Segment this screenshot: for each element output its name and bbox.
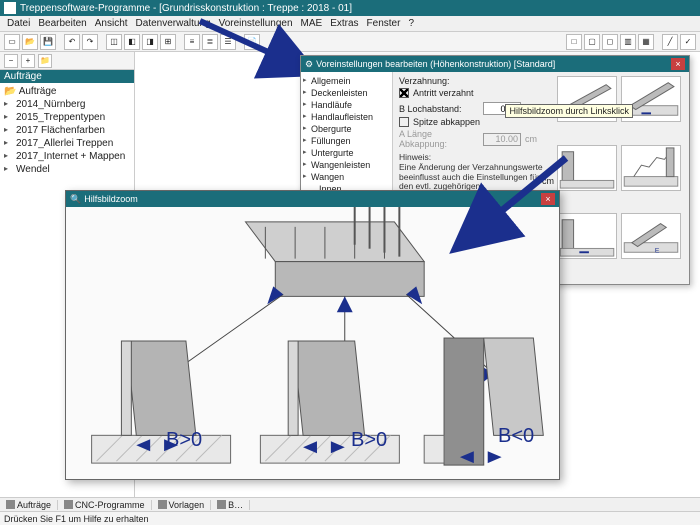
settings-tree-item[interactable]: Handläufe bbox=[303, 99, 390, 111]
close-icon[interactable]: × bbox=[671, 58, 685, 70]
label-antritt: Antritt verzahnt bbox=[413, 88, 474, 98]
tab-auftraege[interactable]: Aufträge bbox=[0, 500, 58, 510]
tree-item[interactable]: 2015_Treppentypen bbox=[2, 111, 132, 124]
unit-a: cm bbox=[525, 134, 537, 144]
close-icon[interactable]: × bbox=[541, 193, 555, 205]
tree-item[interactable]: 2017 Flächenfarben bbox=[2, 124, 132, 137]
tooltip: Hilfsbildzoom durch Linksklick bbox=[505, 104, 633, 118]
tool-open-icon[interactable]: 📂 bbox=[22, 34, 38, 50]
tool-redo-icon[interactable]: ↷ bbox=[82, 34, 98, 50]
svg-text:E: E bbox=[655, 248, 660, 255]
app-icon: ◩ bbox=[4, 2, 16, 14]
zoom-dialog-title: Hilfsbildzoom bbox=[84, 194, 138, 204]
tool-line-icon[interactable]: ╱ bbox=[662, 34, 678, 50]
settings-tree-item[interactable]: Allgemein bbox=[303, 75, 390, 87]
settings-tree-item[interactable]: Obergurte bbox=[303, 123, 390, 135]
zoom-label-b3: B<0 bbox=[498, 425, 534, 448]
settings-icon: ⚙ bbox=[305, 59, 313, 70]
zoom-canvas: B>0 B>0 B<0 bbox=[66, 207, 559, 479]
menu-extras[interactable]: Extras bbox=[327, 18, 361, 29]
zoom-dialog-title-bar[interactable]: 🔍Hilfsbildzoom × bbox=[66, 191, 559, 207]
settings-tree-item[interactable]: Handlaufleisten bbox=[303, 111, 390, 123]
settings-tree-item[interactable]: Deckenleisten bbox=[303, 87, 390, 99]
hint-text: Eine Änderung der Verzahnungswerte beein… bbox=[399, 162, 543, 192]
help-thumbnail[interactable] bbox=[557, 145, 617, 191]
tool-undo-icon[interactable]: ↶ bbox=[64, 34, 80, 50]
toolbar: ▭ 📂 💾 ↶ ↷ ◫ ◧ ◨ ⊞ ≡ ≣ ☰ 📄 □ ▢ ◻ ▥ ▦ ╱ ✓ bbox=[0, 32, 700, 52]
settings-tree-item[interactable]: Füllungen bbox=[303, 135, 390, 147]
tab-icon bbox=[64, 500, 73, 509]
label-b: B Lochabstand: bbox=[399, 104, 479, 114]
tree-item[interactable]: Wendel bbox=[2, 163, 132, 176]
tab-cnc[interactable]: CNC-Programme bbox=[58, 500, 152, 510]
tool-view3-icon[interactable]: ◨ bbox=[142, 34, 158, 50]
tool-r3-icon[interactable]: ◻ bbox=[602, 34, 618, 50]
tool-csv-icon[interactable]: 📄 bbox=[244, 34, 260, 50]
tab-icon bbox=[158, 500, 167, 509]
tool-r5-icon[interactable]: ▦ bbox=[638, 34, 654, 50]
help-thumbnail[interactable] bbox=[557, 213, 617, 259]
tab-icon bbox=[6, 500, 15, 509]
tool-set2-icon[interactable]: ≣ bbox=[202, 34, 218, 50]
tool-check-icon[interactable]: ✓ bbox=[680, 34, 696, 50]
tree-item[interactable]: 2017_Internet + Mappen bbox=[2, 150, 132, 163]
tool-grid-icon[interactable]: ⊞ bbox=[160, 34, 176, 50]
tree-root[interactable]: 📂 Aufträge bbox=[2, 85, 132, 98]
help-thumbnail[interactable] bbox=[621, 145, 681, 191]
tool-view2-icon[interactable]: ◧ bbox=[124, 34, 140, 50]
checkbox-spitze[interactable] bbox=[399, 117, 409, 127]
settings-dialog-title-bar[interactable]: ⚙Voreinstellungen bearbeiten (Höhenkonst… bbox=[301, 56, 689, 72]
settings-dialog-title: Voreinstellungen bearbeiten (Höhenkonstr… bbox=[316, 59, 555, 69]
tool-r2-icon[interactable]: ▢ bbox=[584, 34, 600, 50]
status-bar: Drücken Sie F1 um Hilfe zu erhalten bbox=[0, 511, 700, 525]
tree-header: Aufträge bbox=[0, 70, 134, 83]
tab-icon bbox=[217, 500, 226, 509]
zoom-dialog: 🔍Hilfsbildzoom × bbox=[65, 190, 560, 480]
label-spitze: Spitze abkappen bbox=[413, 117, 480, 127]
tree-tool-expand-icon[interactable]: + bbox=[21, 54, 35, 68]
zoom-label-b2: B>0 bbox=[351, 429, 387, 452]
tab-more[interactable]: B… bbox=[211, 500, 250, 510]
menu-bar: Datei Bearbeiten Ansicht Datenverwaltung… bbox=[0, 16, 700, 32]
title-bar: ◩ Treppensoftware-Programme - [Grundriss… bbox=[0, 0, 700, 16]
tree-item[interactable]: 2017_Allerlei Treppen bbox=[2, 137, 132, 150]
menu-datenverwaltung[interactable]: Datenverwaltung bbox=[133, 18, 214, 29]
tree-tool-folder-icon[interactable]: 📁 bbox=[38, 54, 52, 68]
menu-bearbeiten[interactable]: Bearbeiten bbox=[35, 18, 89, 29]
tool-set3-icon[interactable]: ☰ bbox=[220, 34, 236, 50]
tree-item[interactable]: 2014_Nürnberg bbox=[2, 98, 132, 111]
tree-toolbar: − + 📁 bbox=[0, 52, 134, 70]
menu-ansicht[interactable]: Ansicht bbox=[92, 18, 131, 29]
tool-save-icon[interactable]: 💾 bbox=[40, 34, 56, 50]
tree-tool-collapse-icon[interactable]: − bbox=[4, 54, 18, 68]
menu-help[interactable]: ? bbox=[405, 18, 417, 29]
label-a: A Länge Abkappung: bbox=[399, 129, 479, 149]
tool-new-icon[interactable]: ▭ bbox=[4, 34, 20, 50]
zoom-icon: 🔍 bbox=[70, 194, 81, 205]
settings-tree-item[interactable]: Wangen bbox=[303, 171, 390, 183]
status-text: Drücken Sie F1 um Hilfe zu erhalten bbox=[4, 514, 149, 524]
settings-tree-item[interactable]: Wangenleisten bbox=[303, 159, 390, 171]
tool-set1-icon[interactable]: ≡ bbox=[184, 34, 200, 50]
app-title: Treppensoftware-Programme - [Grundrissko… bbox=[20, 3, 352, 14]
tool-r1-icon[interactable]: □ bbox=[566, 34, 582, 50]
menu-fenster[interactable]: Fenster bbox=[364, 18, 404, 29]
tree: 📂 Aufträge 2014_Nürnberg 2015_Treppentyp… bbox=[0, 83, 134, 178]
section-label: Verzahnung: bbox=[399, 76, 553, 86]
menu-mae[interactable]: MAE bbox=[298, 18, 326, 29]
settings-tree-item[interactable]: Untergurte bbox=[303, 147, 390, 159]
tool-view1-icon[interactable]: ◫ bbox=[106, 34, 122, 50]
zoom-label-b1: B>0 bbox=[166, 429, 202, 452]
tab-vorlagen[interactable]: Vorlagen bbox=[152, 500, 212, 510]
help-thumbnail[interactable]: E bbox=[621, 213, 681, 259]
checkbox-antritt[interactable] bbox=[399, 88, 409, 98]
tool-r4-icon[interactable]: ▥ bbox=[620, 34, 636, 50]
side-unit-label: cm bbox=[542, 176, 554, 186]
hint-label: Hinweis: bbox=[399, 152, 431, 162]
bottom-tabs: Aufträge CNC-Programme Vorlagen B… bbox=[0, 497, 700, 511]
menu-voreinstellungen[interactable]: Voreinstellungen bbox=[216, 18, 296, 29]
menu-datei[interactable]: Datei bbox=[4, 18, 33, 29]
input-a bbox=[483, 133, 521, 146]
